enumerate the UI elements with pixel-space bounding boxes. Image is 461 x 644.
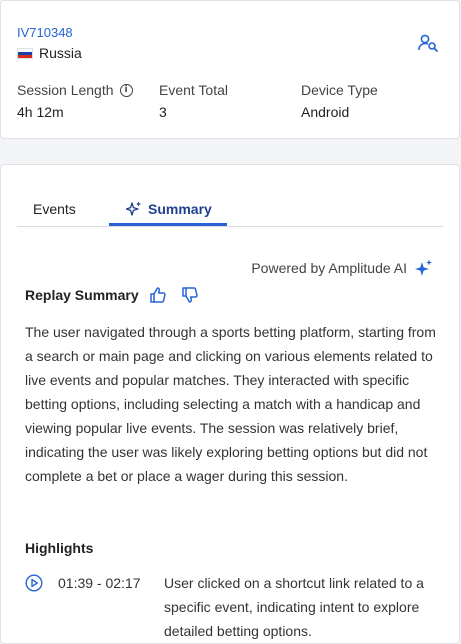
session-length-label: Session Length — [17, 82, 114, 98]
thumbs-down-icon[interactable] — [181, 286, 199, 304]
event-total-label: Event Total — [159, 82, 229, 98]
highlight-item: 01:39 - 02:17 User clicked on a shortcut… — [25, 571, 445, 643]
info-icon[interactable]: i — [119, 83, 133, 97]
event-total-field: Event Total 3 — [159, 82, 228, 120]
highlight-time[interactable]: 01:39 - 02:17 — [58, 571, 164, 643]
flag-icon — [17, 47, 33, 59]
active-tab-indicator — [109, 223, 227, 226]
device-type-value: Android — [301, 104, 350, 120]
play-icon[interactable] — [25, 574, 43, 592]
tab-bar: Events Summary — [17, 195, 443, 227]
highlight-text: User clicked on a shortcut link related … — [164, 575, 424, 639]
country-name: Russia — [39, 45, 82, 61]
session-length-field: Session Length i 4h 12m — [17, 82, 133, 120]
thumbs-up-icon[interactable] — [149, 286, 167, 304]
device-type-field: Device Type Android — [301, 82, 378, 120]
tab-summary-label: Summary — [148, 201, 212, 217]
highlights-title: Highlights — [25, 540, 94, 556]
device-type-label: Device Type — [301, 82, 378, 98]
session-info-card: IV710348 Russia Session Length i 4h 12m … — [0, 0, 460, 139]
tab-summary[interactable]: Summary — [109, 198, 227, 226]
event-total-value: 3 — [159, 104, 167, 120]
replay-summary-text: The user navigated through a sports bett… — [25, 324, 436, 484]
tab-events[interactable]: Events — [33, 201, 76, 217]
sparkle-icon — [415, 259, 432, 276]
user-search-icon[interactable] — [417, 33, 439, 53]
country-label: Russia — [17, 45, 82, 61]
session-length-value: 4h 12m — [17, 104, 64, 120]
summary-panel: Events Summary Powered by Amplitude AI R… — [0, 164, 460, 644]
tab-events-label: Events — [33, 201, 76, 217]
powered-by: Powered by Amplitude AI — [251, 259, 433, 277]
sparkle-icon — [126, 201, 141, 216]
user-id-link[interactable]: IV710348 — [17, 25, 73, 40]
replay-summary-title: Replay Summary — [25, 287, 139, 303]
powered-by-text: Powered by Amplitude AI — [251, 260, 407, 276]
